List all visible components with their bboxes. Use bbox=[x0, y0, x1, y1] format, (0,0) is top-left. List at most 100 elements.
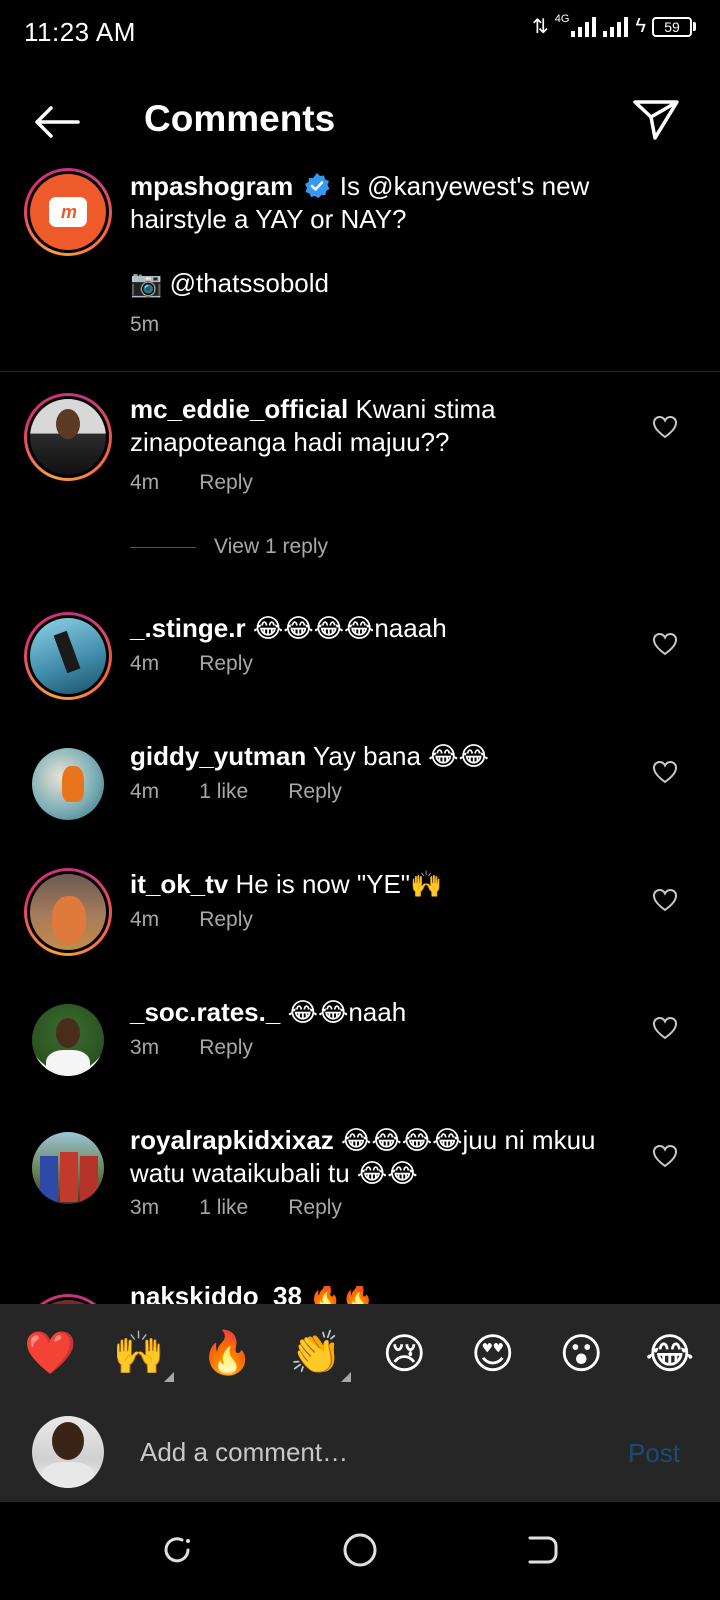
commenter-avatar[interactable] bbox=[24, 1294, 112, 1304]
user-avatar bbox=[32, 1416, 104, 1488]
comment-meta: 3m Reply bbox=[130, 1036, 253, 1060]
commenter-avatar[interactable] bbox=[32, 748, 104, 820]
system-nav-bar bbox=[0, 1502, 720, 1600]
reaction-crying[interactable]: 😢 bbox=[373, 1329, 435, 1378]
quick-reaction-bar: ❤️ 🙌 🔥 👏 😢 😍 😮 😂 bbox=[0, 1304, 720, 1402]
reply-button[interactable]: Reply bbox=[199, 652, 253, 676]
comment-username[interactable]: mc_eddie_official bbox=[130, 394, 348, 424]
comment-item: nakskiddo_38 🔥🔥 bbox=[0, 1286, 720, 1304]
back-button[interactable] bbox=[28, 98, 84, 146]
comment-input[interactable] bbox=[140, 1430, 580, 1474]
reaction-raised-hands[interactable]: 🙌 bbox=[108, 1329, 174, 1382]
heart-icon[interactable] bbox=[652, 415, 678, 439]
reply-button[interactable]: Reply bbox=[288, 1196, 342, 1220]
nav-home-icon[interactable] bbox=[340, 1530, 380, 1570]
brand-logo: m bbox=[49, 197, 87, 227]
comment-text: _.stinge.r 😂😂😂😂naaah bbox=[130, 612, 630, 645]
battery-level: 59 bbox=[652, 16, 692, 37]
commenter-avatar[interactable] bbox=[32, 1132, 104, 1204]
comment-time: 4m bbox=[130, 908, 160, 931]
comment-item: _.stinge.r 😂😂😂😂naaah 4m Reply bbox=[0, 612, 720, 702]
comment-item: it_ok_tv He is now "YE"🙌 4m Reply bbox=[0, 868, 720, 958]
comment-username[interactable]: giddy_yutman bbox=[130, 741, 306, 771]
view-replies-label: View 1 reply bbox=[214, 535, 329, 558]
heart-icon[interactable] bbox=[652, 1016, 678, 1040]
comment-username[interactable]: it_ok_tv bbox=[130, 869, 228, 899]
comment-body: 🔥🔥 bbox=[309, 1286, 374, 1304]
commenter-avatar[interactable] bbox=[24, 868, 112, 956]
comment-username[interactable]: royalrapkidxixaz bbox=[130, 1125, 334, 1155]
heart-icon[interactable] bbox=[652, 632, 678, 656]
charging-icon: ϟ bbox=[635, 15, 646, 37]
share-button[interactable] bbox=[630, 94, 682, 146]
commenter-avatar[interactable] bbox=[32, 1004, 104, 1076]
nav-recents-icon[interactable] bbox=[158, 1530, 198, 1570]
comment-meta: 4m Reply bbox=[130, 652, 253, 676]
view-replies-button[interactable]: View 1 reply bbox=[130, 535, 328, 559]
post-caption: m mpashogram Is @kanyewest's new hairsty… bbox=[0, 168, 720, 372]
comment-body: 😂😂😂😂naaah bbox=[252, 613, 447, 643]
back-arrow-icon bbox=[35, 106, 80, 138]
reply-button[interactable]: Reply bbox=[199, 471, 253, 495]
comment-body: 😂😂naah bbox=[287, 997, 407, 1027]
comment-meta: 4m Reply bbox=[130, 908, 253, 932]
comment-text: royalrapkidxixaz 😂😂😂😂juu ni mkuu watu wa… bbox=[130, 1124, 630, 1190]
status-bar: 11:23 AM ⇅ 4G ϟ 59 bbox=[0, 0, 720, 66]
comment-item: royalrapkidxixaz 😂😂😂😂juu ni mkuu watu wa… bbox=[0, 1124, 720, 1244]
reaction-fire[interactable]: 🔥 bbox=[196, 1329, 258, 1378]
comment-composer: Post bbox=[0, 1402, 720, 1502]
comment-body: Yay bana 😂😂 bbox=[313, 741, 489, 771]
reply-button[interactable]: Reply bbox=[199, 908, 253, 932]
comment-text: giddy_yutman Yay bana 😂😂 bbox=[130, 740, 630, 773]
comment-item: _soc.rates._ 😂😂naah 3m Reply bbox=[0, 996, 720, 1086]
comment-likes[interactable]: 1 like bbox=[199, 780, 248, 804]
nav-back-icon[interactable] bbox=[522, 1530, 562, 1570]
commenter-avatar[interactable] bbox=[24, 393, 112, 481]
caption-username[interactable]: mpashogram bbox=[130, 171, 293, 201]
battery-icon: 59 bbox=[652, 16, 696, 37]
caption-avatar[interactable]: m bbox=[24, 168, 112, 256]
comment-username[interactable]: nakskiddo_38 bbox=[130, 1286, 302, 1304]
status-time: 11:23 AM bbox=[24, 17, 136, 47]
comment-time: 3m bbox=[130, 1196, 160, 1219]
comment-text: it_ok_tv He is now "YE"🙌 bbox=[130, 868, 630, 901]
comment-likes[interactable]: 1 like bbox=[199, 1196, 248, 1220]
reaction-heart[interactable]: ❤️ bbox=[19, 1329, 81, 1378]
reply-button[interactable]: Reply bbox=[288, 780, 342, 804]
comment-item: giddy_yutman Yay bana 😂😂 4m 1 like Reply bbox=[0, 740, 720, 830]
comment-text: nakskiddo_38 🔥🔥 bbox=[130, 1286, 630, 1304]
caption-credit: 📷 @thatssobold bbox=[130, 268, 329, 298]
signal-icon-2 bbox=[603, 16, 629, 37]
comment-time: 3m bbox=[130, 1036, 160, 1059]
heart-icon[interactable] bbox=[652, 760, 678, 784]
heart-icon[interactable] bbox=[652, 888, 678, 912]
comment-meta: 4m Reply bbox=[130, 471, 253, 495]
reaction-laughing[interactable]: 😂 bbox=[639, 1329, 701, 1378]
commenter-avatar[interactable] bbox=[24, 612, 112, 700]
comment-username[interactable]: _.stinge.r bbox=[130, 613, 246, 643]
comment-meta: 3m 1 like Reply bbox=[130, 1196, 342, 1220]
reply-button[interactable]: Reply bbox=[199, 1036, 253, 1060]
reaction-heart-eyes[interactable]: 😍 bbox=[462, 1329, 524, 1378]
heart-icon[interactable] bbox=[652, 1144, 678, 1168]
comment-body: He is now "YE"🙌 bbox=[235, 869, 443, 899]
comment-meta: 4m 1 like Reply bbox=[130, 780, 342, 804]
comment-username[interactable]: _soc.rates._ bbox=[130, 997, 280, 1027]
reaction-surprised[interactable]: 😮 bbox=[550, 1329, 612, 1378]
reaction-clap[interactable]: 👏 bbox=[285, 1329, 351, 1382]
caption-text: mpashogram Is @kanyewest's new hairstyle… bbox=[130, 170, 670, 236]
data-transfer-icon: ⇅ bbox=[531, 16, 549, 38]
verified-badge-icon bbox=[304, 173, 329, 198]
post-button[interactable]: Post bbox=[628, 1438, 680, 1469]
comments-header: Comments bbox=[0, 80, 720, 164]
send-icon bbox=[633, 100, 679, 140]
signal-icon bbox=[571, 16, 597, 37]
network-type: 4G bbox=[554, 12, 570, 25]
status-icons: ⇅ 4G ϟ 59 bbox=[531, 12, 696, 39]
caption-timestamp: 5m bbox=[130, 313, 160, 336]
comment-time: 4m bbox=[130, 780, 160, 803]
page-title: Comments bbox=[144, 98, 336, 139]
comment-text: _soc.rates._ 😂😂naah bbox=[130, 996, 630, 1029]
comment-time: 4m bbox=[130, 471, 160, 494]
comment-text: mc_eddie_official Kwani stima zinapotean… bbox=[130, 393, 630, 459]
